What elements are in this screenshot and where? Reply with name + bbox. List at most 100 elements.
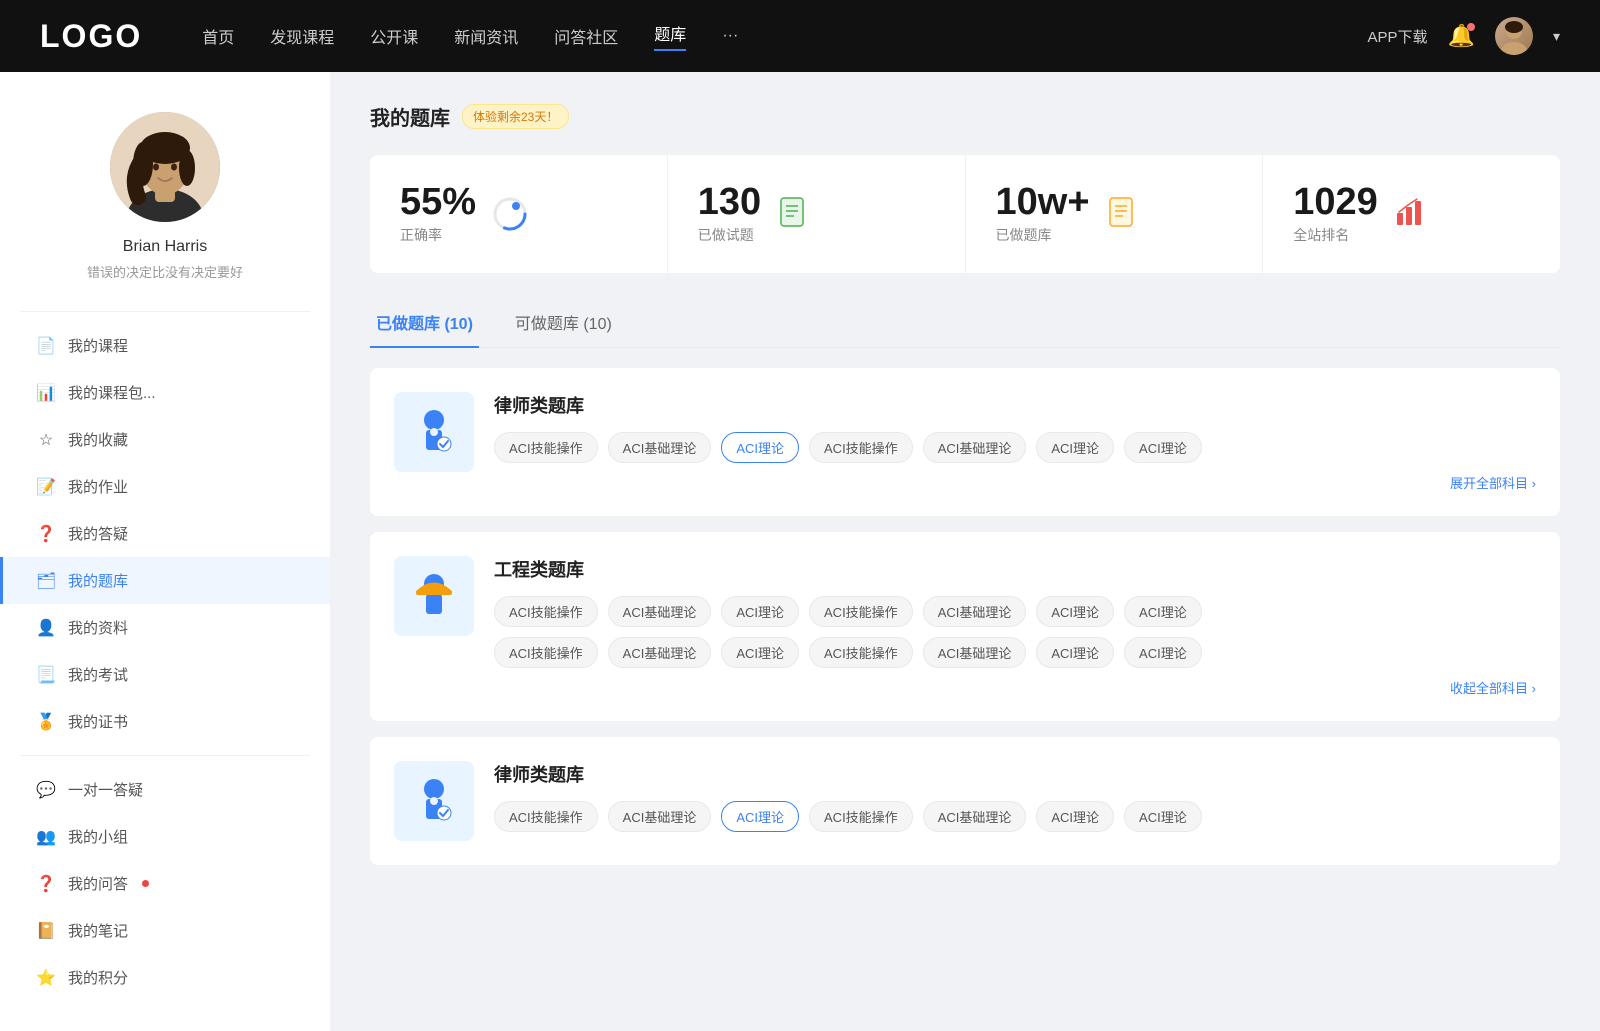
sidebar-item-label: 我的考试 — [68, 664, 128, 685]
sidebar-item-label: 我的收藏 — [68, 429, 128, 450]
done-banks-icon — [1106, 195, 1140, 234]
nav-right: APP下载 🔔 ▾ — [1368, 17, 1560, 55]
bank-tag[interactable]: ACI理论 — [1124, 801, 1202, 832]
bank-tag-highlighted[interactable]: ACI理论 — [721, 801, 799, 832]
bank-tag[interactable]: ACI技能操作 — [494, 637, 598, 668]
bank-tag[interactable]: ACI理论 — [1124, 432, 1202, 463]
avatar-chevron-icon[interactable]: ▾ — [1553, 28, 1560, 45]
bank-tag[interactable]: ACI技能操作 — [809, 596, 913, 627]
nav-more[interactable]: ··· — [722, 27, 738, 45]
rank-value: 1029 — [1293, 183, 1378, 221]
my-packages-icon: 📊 — [36, 383, 56, 403]
bank-tag[interactable]: ACI技能操作 — [809, 637, 913, 668]
my-favorites-icon: ☆ — [36, 430, 56, 450]
sidebar-item-my-exams[interactable]: 📃 我的考试 — [0, 651, 330, 698]
nav-home[interactable]: 首页 — [202, 24, 234, 48]
bank-tags-row1-2: ACI技能操作 ACI基础理论 ACI理论 ACI技能操作 ACI基础理论 AC… — [494, 596, 1536, 627]
sidebar-item-label: 我的资料 — [68, 617, 128, 638]
sidebar-menu: 📄 我的课程 📊 我的课程包... ☆ 我的收藏 📝 我的作业 ❓ 我的答疑 🗂 — [0, 322, 330, 1001]
bank-tag[interactable]: ACI理论 — [1036, 596, 1114, 627]
bank-tag[interactable]: ACI技能操作 — [494, 432, 598, 463]
bank-tag[interactable]: ACI技能操作 — [494, 596, 598, 627]
my-certs-icon: 🏅 — [36, 712, 56, 732]
bank-tag[interactable]: ACI理论 — [721, 637, 799, 668]
sidebar-item-my-qbank[interactable]: 🗂 我的题库 — [0, 557, 330, 604]
one-on-one-icon: 💬 — [36, 780, 56, 800]
tab-todo[interactable]: 可做题库 (10) — [509, 298, 618, 348]
rank-icon — [1394, 195, 1428, 234]
bank-collapse-2[interactable]: 收起全部科目 › — [494, 678, 1536, 697]
tabs: 已做题库 (10) 可做题库 (10) — [370, 297, 1560, 348]
navbar: LOGO 首页 发现课程 公开课 新闻资讯 问答社区 题库 ··· APP下载 … — [0, 0, 1600, 72]
my-courses-icon: 📄 — [36, 336, 56, 356]
bank-tag[interactable]: ACI理论 — [1036, 637, 1114, 668]
nav-open[interactable]: 公开课 — [370, 24, 418, 48]
sidebar-item-my-favorites[interactable]: ☆ 我的收藏 — [0, 416, 330, 463]
sidebar-item-my-certs[interactable]: 🏅 我的证书 — [0, 698, 330, 745]
done-questions-label: 已做试题 — [698, 225, 761, 245]
bank-tag[interactable]: ACI基础理论 — [923, 801, 1027, 832]
avatar[interactable] — [1495, 17, 1533, 55]
bell-button[interactable]: 🔔 — [1448, 23, 1475, 49]
notification-dot — [1467, 23, 1475, 31]
tab-done[interactable]: 已做题库 (10) — [370, 298, 479, 348]
bank-details-2: 工程类题库 ACI技能操作 ACI基础理论 ACI理论 ACI技能操作 ACI基… — [494, 556, 1536, 697]
trial-badge: 体验剩余23天！ — [462, 104, 569, 129]
nav-qa[interactable]: 问答社区 — [554, 24, 618, 48]
bank-tag-highlighted[interactable]: ACI理论 — [721, 432, 799, 463]
sidebar-item-my-homework[interactable]: 📝 我的作业 — [0, 463, 330, 510]
sidebar-item-label: 我的答疑 — [68, 523, 128, 544]
nav-qbank[interactable]: 题库 — [654, 21, 686, 51]
sidebar-item-label: 我的积分 — [68, 967, 128, 988]
bank-tags-1: ACI技能操作 ACI基础理论 ACI理论 ACI技能操作 ACI基础理论 AC… — [494, 432, 1536, 463]
bank-tag[interactable]: ACI基础理论 — [608, 637, 712, 668]
bank-section-3: 律师类题库 ACI技能操作 ACI基础理论 ACI理论 ACI技能操作 ACI基… — [370, 737, 1560, 865]
done-questions-icon — [777, 195, 811, 234]
sidebar-divider — [20, 311, 310, 312]
sidebar-item-my-points[interactable]: ⭐ 我的积分 — [0, 954, 330, 1001]
bank-tag[interactable]: ACI技能操作 — [809, 432, 913, 463]
bank-tag[interactable]: ACI理论 — [1124, 637, 1202, 668]
sidebar-item-label: 我的作业 — [68, 476, 128, 497]
bank-tag[interactable]: ACI理论 — [1036, 432, 1114, 463]
bank-tag[interactable]: ACI基础理论 — [923, 596, 1027, 627]
nav-news[interactable]: 新闻资讯 — [454, 24, 518, 48]
bank-tag[interactable]: ACI基础理论 — [608, 596, 712, 627]
bank-header-2: 工程类题库 ACI技能操作 ACI基础理论 ACI理论 ACI技能操作 ACI基… — [394, 556, 1536, 697]
my-notes-icon: 📔 — [36, 921, 56, 941]
sidebar-item-my-questions[interactable]: ❓ 我的答疑 — [0, 510, 330, 557]
sidebar-item-my-group[interactable]: 👥 我的小组 — [0, 813, 330, 860]
done-banks-value: 10w+ — [996, 183, 1090, 221]
sidebar-item-my-notes[interactable]: 📔 我的笔记 — [0, 907, 330, 954]
accuracy-value: 55% — [400, 183, 476, 221]
done-questions-value: 130 — [698, 183, 761, 221]
bank-name-1: 律师类题库 — [494, 392, 1536, 418]
sidebar-divider-2 — [20, 755, 310, 756]
sidebar-item-my-courses[interactable]: 📄 我的课程 — [0, 322, 330, 369]
notification-dot-answers — [142, 880, 149, 887]
sidebar-item-one-on-one[interactable]: 💬 一对一答疑 — [0, 766, 330, 813]
bank-tag[interactable]: ACI理论 — [1124, 596, 1202, 627]
sidebar-item-label: 一对一答疑 — [68, 779, 143, 800]
sidebar-item-label: 我的课程 — [68, 335, 128, 356]
sidebar-item-my-profile[interactable]: 👤 我的资料 — [0, 604, 330, 651]
bank-tag[interactable]: ACI技能操作 — [494, 801, 598, 832]
sidebar-item-my-packages[interactable]: 📊 我的课程包... — [0, 369, 330, 416]
bank-header-1: 律师类题库 ACI技能操作 ACI基础理论 ACI理论 ACI技能操作 ACI基… — [394, 392, 1536, 492]
accuracy-label: 正确率 — [400, 225, 476, 245]
bank-tag[interactable]: ACI基础理论 — [923, 637, 1027, 668]
my-questions-icon: ❓ — [36, 524, 56, 544]
app-download-button[interactable]: APP下载 — [1368, 26, 1428, 47]
nav-discover[interactable]: 发现课程 — [270, 24, 334, 48]
bank-tag[interactable]: ACI基础理论 — [608, 801, 712, 832]
bank-tag[interactable]: ACI技能操作 — [809, 801, 913, 832]
bank-tag[interactable]: ACI基础理论 — [923, 432, 1027, 463]
bank-tag[interactable]: ACI理论 — [1036, 801, 1114, 832]
bank-header-3: 律师类题库 ACI技能操作 ACI基础理论 ACI理论 ACI技能操作 ACI基… — [394, 761, 1536, 841]
bank-tag[interactable]: ACI理论 — [721, 596, 799, 627]
bank-tag[interactable]: ACI基础理论 — [608, 432, 712, 463]
sidebar-item-label: 我的小组 — [68, 826, 128, 847]
avatar-image — [1495, 17, 1533, 55]
sidebar-item-my-answers[interactable]: ❓ 我的问答 — [0, 860, 330, 907]
bank-expand-1[interactable]: 展开全部科目 › — [494, 473, 1536, 492]
